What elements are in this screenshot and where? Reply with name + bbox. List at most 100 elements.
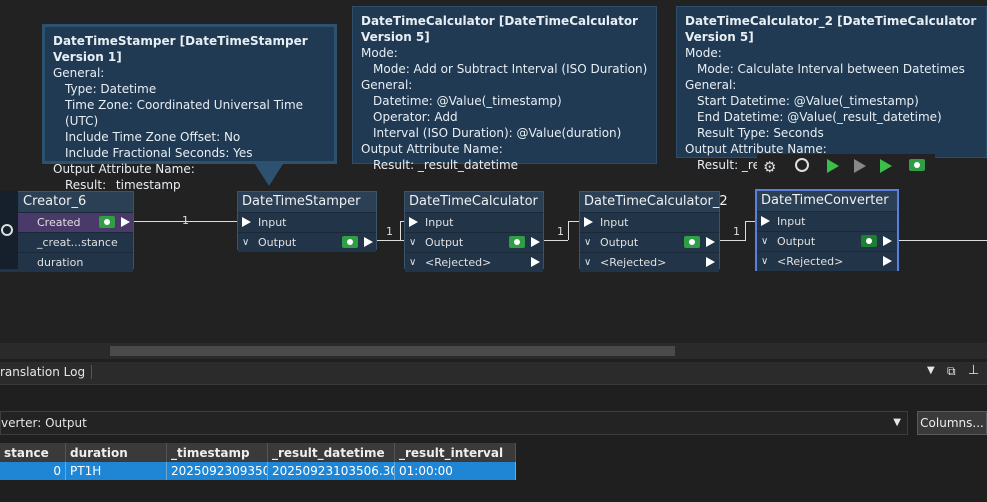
eye-icon[interactable]: [861, 235, 877, 247]
tooltip-line: Time Zone: Coordinated Universal Time (U…: [65, 98, 304, 128]
attribute-item: duration: [0, 252, 133, 272]
output-port-icon[interactable]: [121, 217, 130, 227]
output-port-label: Output: [258, 236, 297, 249]
column-header[interactable]: _result_datetime: [267, 443, 395, 462]
table-cell[interactable]: 20250923093505...: [166, 462, 268, 480]
panel-header: ranslation Log ▼ ⧉ ⊥: [0, 362, 987, 385]
tooltip-line: Result Type: Seconds: [697, 126, 824, 140]
output-port-label: Output: [425, 236, 464, 249]
table-header-row: stance duration _timestamp _result_datet…: [0, 443, 516, 462]
chevron-down-icon[interactable]: ∨: [761, 252, 768, 271]
run-to-here-icon[interactable]: [827, 159, 839, 173]
column-header[interactable]: _timestamp: [166, 443, 268, 462]
run-to-here-disabled-icon[interactable]: [854, 159, 866, 173]
selected-feature-type: verter: Output: [1, 416, 87, 430]
data-table: stance duration _timestamp _result_datet…: [0, 443, 516, 480]
output-port-icon[interactable]: [883, 236, 892, 246]
node-title: Creator_6: [0, 192, 133, 212]
tooltip-line: General:: [53, 66, 105, 80]
canvas-scrollbar[interactable]: [0, 343, 987, 359]
chevron-down-icon[interactable]: ∨: [761, 232, 768, 251]
eye-icon[interactable]: [684, 236, 700, 248]
tooltip-line: Output Attribute Name:: [53, 162, 195, 176]
column-header[interactable]: duration: [65, 443, 167, 462]
tooltip-line: Mode: Add or Subtract Interval (ISO Dura…: [373, 62, 648, 76]
rejected-port-icon[interactable]: [706, 257, 715, 267]
float-panel-icon[interactable]: ⧉: [947, 364, 956, 379]
tab-translation-log[interactable]: ranslation Log: [0, 365, 93, 379]
tooltip-line: Datetime: @Value(_timestamp): [373, 94, 562, 108]
table-cell[interactable]: 01:00:00: [394, 462, 516, 480]
table-cell[interactable]: 20250923103506.3082...: [267, 462, 395, 480]
creator-icon: [1, 224, 13, 236]
rejected-port-label: <Rejected>: [777, 255, 844, 268]
input-port-label: Input: [600, 216, 629, 229]
tooltip-line: Interval (ISO Duration): @Value(duration…: [373, 126, 622, 140]
tooltip-line: Include Fractional Seconds: Yes: [65, 146, 253, 160]
table-cell[interactable]: PT1H: [65, 462, 167, 480]
table-row[interactable]: 0 PT1H 20250923093505... 20250923103506.…: [0, 462, 516, 480]
pin-icon[interactable]: ⊥: [968, 363, 979, 378]
chevron-down-icon[interactable]: ▼: [893, 412, 901, 434]
dropdown-arrow-icon[interactable]: ▼: [927, 365, 935, 376]
feature-count: 1: [182, 214, 189, 227]
input-port-label: Input: [777, 215, 806, 228]
rejected-port-icon[interactable]: [531, 257, 540, 267]
inspect-eye-icon[interactable]: [909, 159, 925, 171]
tooltip-datetimecalculator-2: DateTimeCalculator_2 [DateTimeCalculator…: [676, 6, 987, 172]
input-port-icon[interactable]: [242, 217, 251, 227]
node-datetimecalculator-2[interactable]: DateTimeCalculator_2 Input ∨ Output ∨ <Rej…: [579, 191, 728, 272]
column-header[interactable]: stance: [0, 443, 66, 462]
input-port-icon[interactable]: [761, 216, 770, 226]
chevron-down-icon[interactable]: ∨: [584, 253, 591, 272]
input-port-icon[interactable]: [584, 217, 593, 227]
chevron-down-icon[interactable]: ∨: [242, 233, 249, 252]
connection-wire[interactable]: [899, 240, 987, 241]
chevron-down-icon[interactable]: ∨: [409, 233, 416, 252]
feature-count: 1: [733, 225, 740, 238]
connection-wire[interactable]: [745, 221, 746, 240]
feature-count: 1: [557, 225, 564, 238]
disable-icon[interactable]: [795, 158, 809, 172]
tooltip-line: General:: [685, 78, 737, 92]
tooltip-line: Mode:: [361, 46, 398, 60]
tooltip-line: Type: Datetime: [65, 82, 157, 96]
output-port-icon[interactable]: [706, 237, 715, 247]
eye-icon[interactable]: [99, 216, 115, 228]
input-port-icon[interactable]: [409, 217, 418, 227]
chevron-down-icon[interactable]: ∨: [409, 253, 416, 272]
gear-icon[interactable]: ⚙: [763, 158, 776, 176]
connection-wire[interactable]: [568, 221, 569, 240]
rejected-port-label: <Rejected>: [425, 256, 492, 269]
connection-wire[interactable]: [544, 240, 568, 241]
rejected-port-label: <Rejected>: [600, 256, 667, 269]
workspace-canvas[interactable]: DateTimeStamper [DateTimeStamper Version…: [0, 0, 987, 343]
output-port-icon[interactable]: [531, 237, 540, 247]
scrollbar-thumb[interactable]: [110, 346, 675, 356]
node-title: DateTimeCalculator_2: [580, 192, 728, 212]
columns-button[interactable]: Columns...: [917, 411, 987, 435]
input-port-label: Input: [425, 216, 454, 229]
tooltip-title: DateTimeCalculator_2 [DateTimeCalculator…: [685, 14, 977, 44]
column-header[interactable]: _result_interval: [394, 443, 516, 462]
feature-type-select[interactable]: verter: Output ▼: [0, 411, 908, 435]
eye-icon[interactable]: [509, 236, 525, 248]
feature-count: 1: [386, 225, 393, 238]
tooltip-datetimecalculator: DateTimeCalculator [DateTimeCalculator V…: [352, 6, 657, 172]
rejected-port-icon[interactable]: [883, 256, 892, 266]
node-datetimestamper[interactable]: DateTimeStamper Input ∨ Output: [237, 191, 377, 252]
run-from-here-icon[interactable]: [880, 159, 892, 173]
chevron-down-icon[interactable]: ∨: [584, 233, 591, 252]
connection-wire[interactable]: [720, 240, 746, 241]
eye-icon[interactable]: [342, 236, 358, 248]
node-datetimecalculator[interactable]: DateTimeCalculator Input ∨ Output ∨ <Rejec…: [404, 191, 544, 272]
output-port-icon[interactable]: [364, 237, 373, 247]
output-port-label: Output: [600, 236, 639, 249]
connection-wire[interactable]: [400, 221, 401, 240]
connection-wire[interactable]: [377, 240, 407, 241]
table-cell[interactable]: 0: [0, 462, 66, 480]
node-datetimeconverter[interactable]: DateTimeConverter Input ∨ Output ∨ <Reject…: [755, 189, 899, 271]
attribute-item: _creat...stance: [0, 232, 133, 252]
node-toolbar: ⚙: [757, 154, 935, 180]
node-creator[interactable]: Creator_6 Created _creat...stance durati…: [0, 191, 134, 272]
